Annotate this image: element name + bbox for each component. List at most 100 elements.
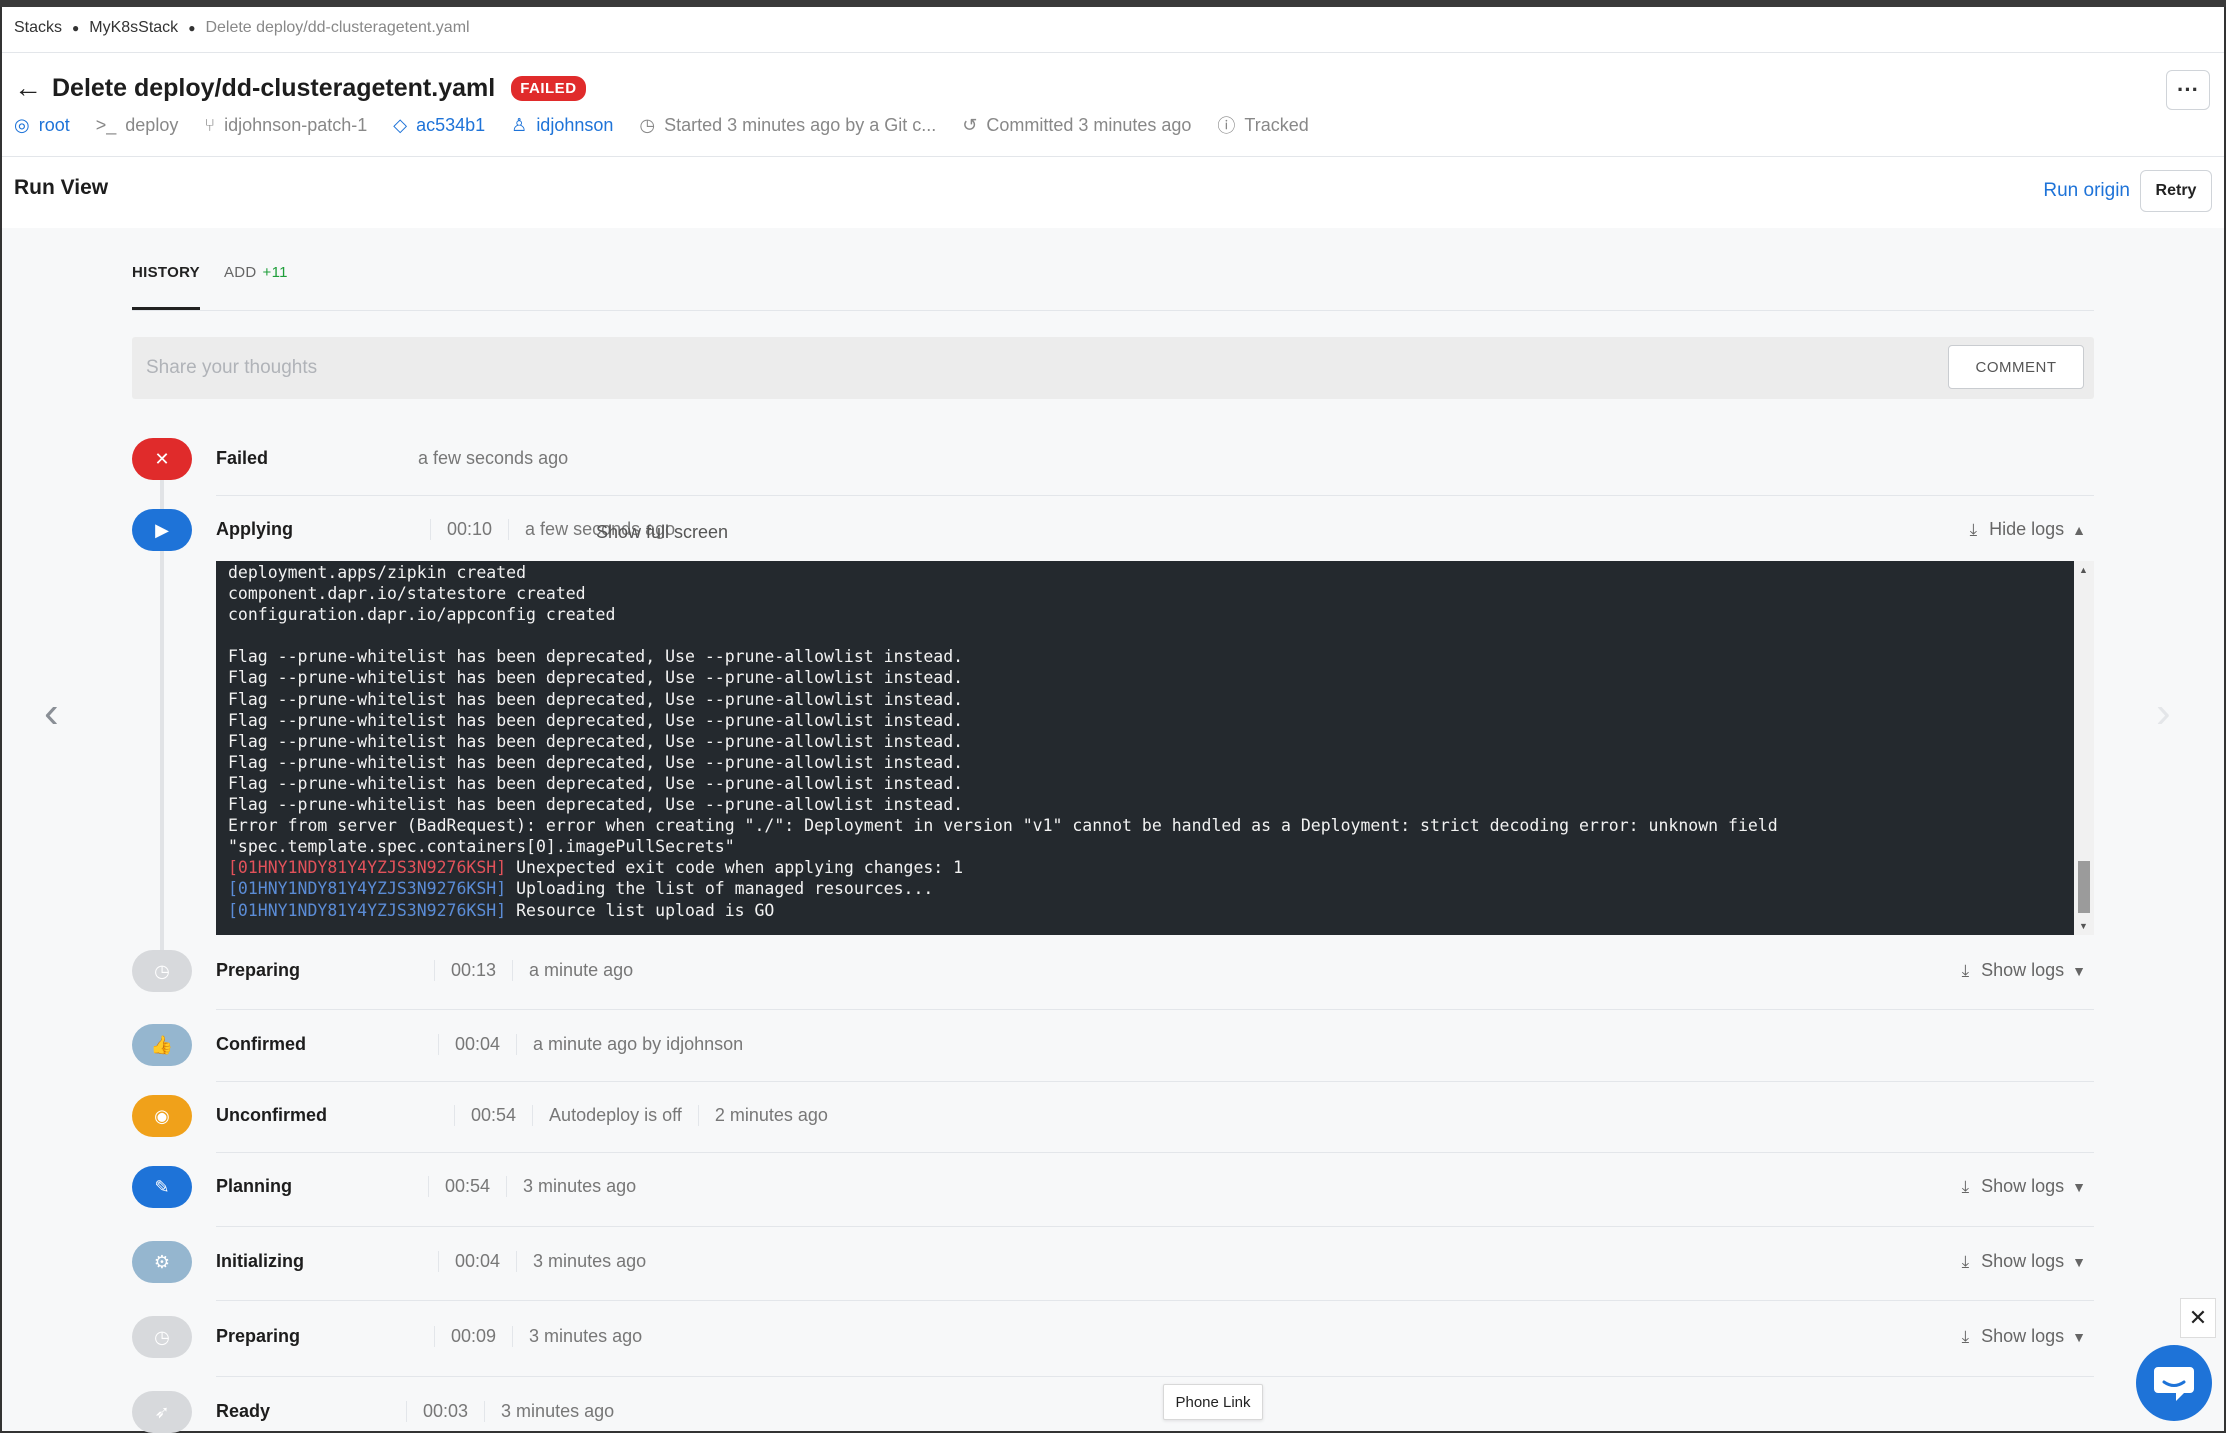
run-origin-link[interactable]: Run origin <box>2043 180 2130 202</box>
commit-link[interactable]: ◇ ac534b1 <box>393 115 485 136</box>
clock-icon: ◷ <box>639 114 656 135</box>
log-run-tag: [01HNY1NDY81Y4YZJS3N9276KSH] <box>228 879 507 899</box>
step-infos: 00:04 3 minutes ago <box>438 1251 662 1272</box>
play-icon: ▶ <box>132 509 192 551</box>
retry-button[interactable]: Retry <box>2140 170 2212 212</box>
scroll-down-icon[interactable]: ▼ <box>2079 921 2088 931</box>
chevron-left-icon[interactable]: ‹ <box>44 688 59 738</box>
step-duration: 00:09 <box>434 1326 512 1347</box>
show-logs-button[interactable]: ⤓ Show logs ▼ <box>1962 1326 2086 1347</box>
step-divider <box>216 1300 2094 1301</box>
log-line: Uploading the list of managed resources.… <box>516 879 934 899</box>
log-line: "spec.template.spec.containers[0].imageP… <box>228 837 735 857</box>
download-icon[interactable]: ⤓ <box>1962 1252 1970 1272</box>
clock-icon: ◷ <box>132 1316 192 1358</box>
download-icon[interactable]: ⤓ <box>1962 1327 1970 1347</box>
step-infos: 00:54 3 minutes ago <box>428 1176 652 1197</box>
log-output[interactable]: deployment.apps/zipkin created component… <box>216 561 2074 935</box>
run-view-title: Run View <box>14 176 109 199</box>
hide-logs-label: Hide logs <box>1989 519 2065 539</box>
page-title: Delete deploy/dd-clusteragetent.yaml <box>52 73 496 102</box>
log-line: Flag --prune-whitelist has been deprecat… <box>228 731 964 751</box>
log-scrollbar[interactable]: ▲ ▼ <box>2074 561 2094 935</box>
window-top-border <box>0 0 2226 7</box>
show-logs-label: Show logs <box>1981 1176 2065 1196</box>
step-duration: 00:04 <box>438 1034 516 1055</box>
show-logs-label: Show logs <box>1981 1251 2065 1271</box>
comment-placeholder: Share your thoughts <box>146 357 318 378</box>
step-time: 3 minutes ago <box>516 1251 662 1272</box>
pencil-icon: ✎ <box>132 1166 192 1208</box>
branch-label: idjohnson-patch-1 <box>224 114 368 135</box>
step-time: a minute ago <box>512 960 649 981</box>
step-label: Preparing <box>216 1326 301 1346</box>
log-text: deployment.apps/zipkin created component… <box>228 562 1778 921</box>
show-logs-label: Show logs <box>1981 1326 2065 1346</box>
space-link[interactable]: ◎ root <box>14 115 70 136</box>
download-icon[interactable]: ⤓ <box>1970 520 1978 540</box>
user-link[interactable]: ♙ idjohnson <box>511 115 613 136</box>
step-duration: 00:04 <box>438 1251 516 1272</box>
tracked-label: Tracked <box>1244 114 1309 135</box>
step-duration: 00:54 <box>428 1176 506 1197</box>
user-label: idjohnson <box>536 114 614 135</box>
step-duration: 00:13 <box>434 960 512 981</box>
step-label: Confirmed <box>216 1034 306 1054</box>
step-label: Planning <box>216 1176 292 1196</box>
arrow-left-icon[interactable]: ← <box>14 72 50 104</box>
close-icon[interactable]: ✕ <box>2180 1298 2216 1338</box>
log-line: Flag --prune-whitelist has been deprecat… <box>228 710 964 730</box>
log-line: Flag --prune-whitelist has been deprecat… <box>228 795 964 815</box>
step-label: Applying <box>216 519 293 539</box>
chevron-right-icon[interactable]: › <box>2156 688 2171 738</box>
started-info: ◷ Started 3 minutes ago by a Git c... <box>639 115 936 136</box>
terminal-icon: >_ <box>95 114 117 135</box>
step-unconfirmed: ◉ Unconfirmed 00:54 Autodeploy is off 2 … <box>132 1092 2094 1140</box>
show-logs-button[interactable]: ⤓ Show logs ▼ <box>1962 1251 2086 1272</box>
breadcrumb-stacks[interactable]: Stacks <box>14 19 62 37</box>
step-time: 3 minutes ago <box>506 1176 652 1197</box>
show-full-screen-link[interactable]: Show full screen <box>596 522 728 543</box>
log-line: deployment.apps/zipkin created <box>228 563 527 582</box>
divider <box>2 52 2224 53</box>
log-line: Resource list upload is GO <box>516 900 775 920</box>
download-icon[interactable]: ⤓ <box>1962 1177 1970 1197</box>
scroll-up-icon[interactable]: ▲ <box>2079 565 2088 575</box>
step-divider <box>216 1376 2094 1377</box>
chat-icon[interactable] <box>2136 1345 2212 1421</box>
log-line: configuration.dapr.io/appconfig created <box>228 605 616 625</box>
branch: ⑂ idjohnson-patch-1 <box>204 115 367 136</box>
show-logs-button[interactable]: ⤓ Show logs ▼ <box>1962 1176 2086 1197</box>
comment-button[interactable]: COMMENT <box>1948 345 2084 389</box>
download-icon[interactable]: ⤓ <box>1962 961 1970 981</box>
committed-label: Committed 3 minutes ago <box>986 114 1192 135</box>
phone-link-tooltip: Phone Link <box>1163 1384 1263 1420</box>
step-label: Ready <box>216 1401 271 1421</box>
step-infos: 00:54 Autodeploy is off 2 minutes ago <box>454 1105 844 1126</box>
step-label: Failed <box>216 448 269 468</box>
scroll-thumb[interactable] <box>2078 861 2090 913</box>
step-divider <box>216 1081 2094 1082</box>
gear-icon: ⚙ <box>132 1241 192 1283</box>
step-failed: ✕ Failed a few seconds ago <box>132 435 2094 483</box>
breadcrumb-stack[interactable]: MyK8sStack <box>89 19 178 37</box>
log-line: Flag --prune-whitelist has been deprecat… <box>228 689 964 709</box>
comment-input[interactable]: Share your thoughts COMMENT <box>132 337 2094 399</box>
step-infos: 00:09 3 minutes ago <box>434 1326 658 1347</box>
info-icon: ⓘ <box>1217 116 1236 136</box>
tab-history[interactable]: HISTORY <box>132 262 200 310</box>
log-line: Unexpected exit code when applying chang… <box>516 858 964 878</box>
committed-info: ↺ Committed 3 minutes ago <box>962 115 1191 136</box>
hide-logs-button[interactable]: ⤓ Hide logs ▲ <box>1970 519 2086 540</box>
show-logs-button[interactable]: ⤓ Show logs ▼ <box>1962 960 2086 981</box>
eye-icon: ◉ <box>132 1095 192 1137</box>
step-divider <box>216 495 2094 496</box>
tab-add-count: +11 <box>262 264 288 281</box>
step-label: Preparing <box>216 960 301 980</box>
chevron-down-icon: ▼ <box>2072 1253 2086 1270</box>
step-label: Initializing <box>216 1251 304 1271</box>
tab-add[interactable]: ADD +11 <box>224 262 288 310</box>
step-infos: a few seconds ago <box>418 448 584 469</box>
more-options-button[interactable]: ··· <box>2166 70 2210 110</box>
step-duration: 00:03 <box>406 1401 484 1422</box>
